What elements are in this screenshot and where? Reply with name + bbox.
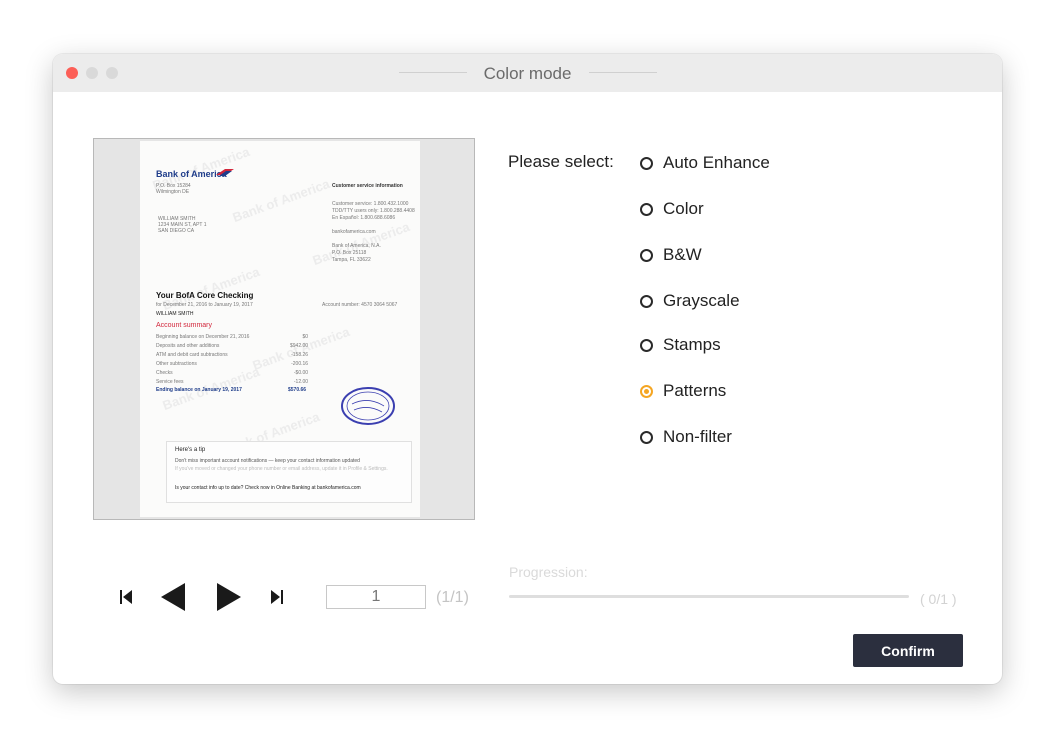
doc-account-summary: Account summary [156,322,213,329]
scanned-document: Bank of America Bank of America Bank of … [140,141,420,517]
watermark: Bank of America [230,175,332,226]
radio-button-selected[interactable] [640,384,653,398]
stamp-seal [341,387,395,425]
option-patterns[interactable]: Patterns [640,379,726,403]
window-title: Color mode [483,64,572,83]
option-label: Patterns [663,381,727,400]
document-preview: Bank of America Bank of America Bank of … [93,138,475,520]
option-label: Non-filter [663,427,732,446]
first-page-button[interactable] [119,589,133,605]
option-auto-enhance[interactable]: Auto Enhance [640,151,770,175]
doc-owner: WILLIAM SMITH [156,311,194,317]
doc-period: for December 21, 2016 to January 19, 201… [156,302,253,308]
doc-customer-info: Customer service information [332,183,403,189]
progress-count: ( 0/1 ) [920,591,957,607]
radio-button[interactable] [640,338,653,352]
page-count: (1/1) [436,589,469,606]
doc-address: P.O. Box 15284 Wilmington DE [156,183,191,195]
option-non-filter[interactable]: Non-filter [640,425,732,449]
doc-tip-text: Don't miss important account notificatio… [175,458,360,464]
progress-label: Progression: [509,564,588,580]
doc-summary-values: $0 $942.00 -158.26 -200.16 -$0.00 -12.00 [290,334,309,385]
doc-ending-amount: $570.66 [288,387,307,393]
doc-tip-detail: If you've moved or changed your phone nu… [175,466,388,472]
next-page-button[interactable] [216,582,242,612]
radio-button[interactable] [640,248,653,262]
title-divider-left [399,72,467,73]
radio-button[interactable] [640,294,653,308]
doc-owner-address: WILLIAM SMITH 1234 MAIN ST, APT 1 SAN DIEG… [158,216,207,234]
bank-flag-logo [216,169,234,176]
doc-heading: Your BofA Core Checking [156,291,254,300]
radio-button[interactable] [640,430,653,444]
progress-bar [509,595,909,598]
option-grayscale[interactable]: Grayscale [640,289,740,313]
title-divider-right [589,72,657,73]
option-label: Color [663,199,704,218]
radio-button[interactable] [640,156,653,170]
previous-page-button[interactable] [160,582,186,612]
doc-summary-rows: Beginning balance on December 21, 2016 De… [156,334,250,385]
doc-tip-question: Is your contact info up to date? Check n… [175,485,361,491]
option-label: B&W [663,245,702,264]
title-bar: Color mode [53,54,1002,92]
option-label: Grayscale [663,291,740,310]
doc-account-number: Account number: 4570 3064 5067 [322,302,398,308]
option-label: Auto Enhance [663,153,770,172]
doc-tip-title: Here's a tip [175,447,206,453]
select-label: Please select: [508,152,614,171]
confirm-button[interactable]: Confirm [853,634,963,667]
doc-contact-lines: Customer service: 1.800.432.1000 TDD/TTY … [332,201,415,263]
doc-tip-box: Here's a tip Don't miss important accoun… [166,441,412,503]
option-bw[interactable]: B&W [640,243,702,267]
page-number-input[interactable]: 1 [326,585,426,609]
color-mode-window: Color mode Bank of America Bank of Ameri… [53,54,1002,684]
last-page-button[interactable] [270,589,284,605]
option-stamps[interactable]: Stamps [640,333,721,357]
radio-button[interactable] [640,202,653,216]
option-color[interactable]: Color [640,197,704,221]
option-label: Stamps [663,335,721,354]
doc-ending-balance: Ending balance on January 19, 2017 [156,387,242,393]
